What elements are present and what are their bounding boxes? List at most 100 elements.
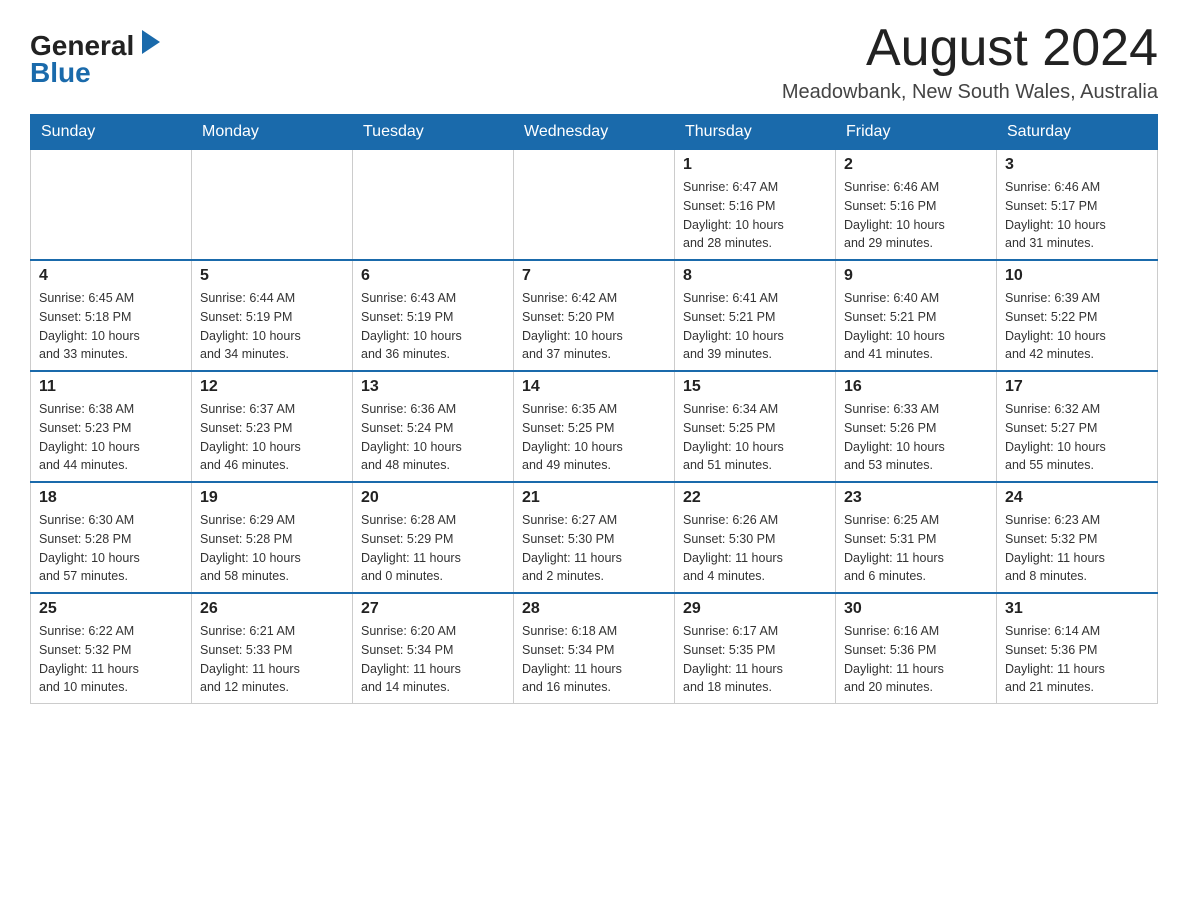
day-number: 21 (522, 489, 666, 507)
day-number: 11 (39, 378, 183, 396)
day-info: Sunrise: 6:37 AMSunset: 5:23 PMDaylight:… (200, 400, 344, 475)
day-info: Sunrise: 6:23 AMSunset: 5:32 PMDaylight:… (1005, 511, 1149, 586)
day-info: Sunrise: 6:16 AMSunset: 5:36 PMDaylight:… (844, 622, 988, 697)
calendar-cell: 22 Sunrise: 6:26 AMSunset: 5:30 PMDayligh… (675, 482, 836, 593)
day-number: 10 (1005, 267, 1149, 285)
calendar-cell: 13Sunrise: 6:36 AMSunset: 5:24 PMDayligh… (353, 371, 514, 482)
calendar-cell: 20 Sunrise: 6:28 AMSunset: 5:29 PMDayligh… (353, 482, 514, 593)
day-number: 18 (39, 489, 183, 507)
title-area: August 2024 Meadowbank, New South Wales,… (782, 20, 1158, 104)
calendar-cell: 11 Sunrise: 6:38 AMSunset: 5:23 PMDayligh… (31, 371, 192, 482)
day-number: 6 (361, 267, 505, 285)
calendar-cell: 28 Sunrise: 6:18 AMSunset: 5:34 PMDayligh… (514, 593, 675, 704)
calendar-cell: 16Sunrise: 6:33 AMSunset: 5:26 PMDayligh… (836, 371, 997, 482)
logo: General Blue (30, 20, 190, 95)
day-number: 7 (522, 267, 666, 285)
day-number: 24 (1005, 489, 1149, 507)
day-number: 25 (39, 600, 183, 618)
page-header: General Blue August 2024 Meadowbank, New… (30, 20, 1158, 104)
calendar-header-row: SundayMondayTuesdayWednesdayThursdayFrid… (31, 115, 1158, 150)
svg-text:Blue: Blue (30, 57, 91, 88)
column-header-thursday: Thursday (675, 115, 836, 150)
calendar-cell: 2Sunrise: 6:46 AMSunset: 5:16 PMDaylight… (836, 150, 997, 261)
day-info: Sunrise: 6:18 AMSunset: 5:34 PMDaylight:… (522, 622, 666, 697)
day-info: Sunrise: 6:44 AMSunset: 5:19 PMDaylight:… (200, 289, 344, 364)
calendar-cell: 17Sunrise: 6:32 AMSunset: 5:27 PMDayligh… (997, 371, 1158, 482)
calendar-cell: 31Sunrise: 6:14 AMSunset: 5:36 PMDayligh… (997, 593, 1158, 704)
calendar-cell (353, 150, 514, 261)
day-number: 30 (844, 600, 988, 618)
calendar-cell: 10 Sunrise: 6:39 AMSunset: 5:22 PMDayligh… (997, 260, 1158, 371)
calendar-cell: 26Sunrise: 6:21 AMSunset: 5:33 PMDayligh… (192, 593, 353, 704)
day-info: Sunrise: 6:27 AMSunset: 5:30 PMDaylight:… (522, 511, 666, 586)
day-number: 8 (683, 267, 827, 285)
calendar-cell: 7 Sunrise: 6:42 AMSunset: 5:20 PMDaylight… (514, 260, 675, 371)
day-info: Sunrise: 6:39 AMSunset: 5:22 PMDaylight:… (1005, 289, 1149, 364)
calendar-week-row: 25 Sunrise: 6:22 AMSunset: 5:32 PMDayligh… (31, 593, 1158, 704)
month-title: August 2024 (782, 20, 1158, 77)
calendar-cell: 8 Sunrise: 6:41 AMSunset: 5:21 PMDaylight… (675, 260, 836, 371)
calendar-cell: 18Sunrise: 6:30 AMSunset: 5:28 PMDayligh… (31, 482, 192, 593)
column-header-tuesday: Tuesday (353, 115, 514, 150)
column-header-wednesday: Wednesday (514, 115, 675, 150)
calendar-cell: 12 Sunrise: 6:37 AMSunset: 5:23 PMDayligh… (192, 371, 353, 482)
day-number: 14 (522, 378, 666, 396)
day-info: Sunrise: 6:25 AMSunset: 5:31 PMDaylight:… (844, 511, 988, 586)
day-info: Sunrise: 6:29 AMSunset: 5:28 PMDaylight:… (200, 511, 344, 586)
day-info: Sunrise: 6:21 AMSunset: 5:33 PMDaylight:… (200, 622, 344, 697)
day-number: 9 (844, 267, 988, 285)
day-number: 29 (683, 600, 827, 618)
day-number: 5 (200, 267, 344, 285)
calendar-cell (31, 150, 192, 261)
day-number: 12 (200, 378, 344, 396)
calendar-cell: 4Sunrise: 6:45 AMSunset: 5:18 PMDaylight… (31, 260, 192, 371)
column-header-friday: Friday (836, 115, 997, 150)
column-header-monday: Monday (192, 115, 353, 150)
calendar-cell: 25 Sunrise: 6:22 AMSunset: 5:32 PMDayligh… (31, 593, 192, 704)
day-number: 23 (844, 489, 988, 507)
day-info: Sunrise: 6:28 AMSunset: 5:29 PMDaylight:… (361, 511, 505, 586)
day-number: 20 (361, 489, 505, 507)
calendar-week-row: 18Sunrise: 6:30 AMSunset: 5:28 PMDayligh… (31, 482, 1158, 593)
calendar-week-row: 11 Sunrise: 6:38 AMSunset: 5:23 PMDayligh… (31, 371, 1158, 482)
column-header-saturday: Saturday (997, 115, 1158, 150)
day-info: Sunrise: 6:43 AMSunset: 5:19 PMDaylight:… (361, 289, 505, 364)
calendar-cell (514, 150, 675, 261)
day-info: Sunrise: 6:41 AMSunset: 5:21 PMDaylight:… (683, 289, 827, 364)
day-info: Sunrise: 6:20 AMSunset: 5:34 PMDaylight:… (361, 622, 505, 697)
calendar-cell: 5 Sunrise: 6:44 AMSunset: 5:19 PMDaylight… (192, 260, 353, 371)
day-number: 2 (844, 156, 988, 174)
calendar-cell (192, 150, 353, 261)
day-number: 28 (522, 600, 666, 618)
day-info: Sunrise: 6:34 AMSunset: 5:25 PMDaylight:… (683, 400, 827, 475)
day-info: Sunrise: 6:26 AMSunset: 5:30 PMDaylight:… (683, 511, 827, 586)
calendar-cell: 24 Sunrise: 6:23 AMSunset: 5:32 PMDayligh… (997, 482, 1158, 593)
day-number: 19 (200, 489, 344, 507)
calendar-week-row: 4Sunrise: 6:45 AMSunset: 5:18 PMDaylight… (31, 260, 1158, 371)
calendar-cell: 27 Sunrise: 6:20 AMSunset: 5:34 PMDayligh… (353, 593, 514, 704)
day-info: Sunrise: 6:42 AMSunset: 5:20 PMDaylight:… (522, 289, 666, 364)
day-number: 27 (361, 600, 505, 618)
calendar-cell: 23 Sunrise: 6:25 AMSunset: 5:31 PMDayligh… (836, 482, 997, 593)
day-info: Sunrise: 6:33 AMSunset: 5:26 PMDaylight:… (844, 400, 988, 475)
column-header-sunday: Sunday (31, 115, 192, 150)
day-number: 3 (1005, 156, 1149, 174)
calendar-cell: 15 Sunrise: 6:34 AMSunset: 5:25 PMDayligh… (675, 371, 836, 482)
calendar-cell: 6 Sunrise: 6:43 AMSunset: 5:19 PMDaylight… (353, 260, 514, 371)
day-info: Sunrise: 6:38 AMSunset: 5:23 PMDaylight:… (39, 400, 183, 475)
day-number: 4 (39, 267, 183, 285)
calendar-table: SundayMondayTuesdayWednesdayThursdayFrid… (30, 114, 1158, 704)
day-number: 17 (1005, 378, 1149, 396)
calendar-cell: 19 Sunrise: 6:29 AMSunset: 5:28 PMDayligh… (192, 482, 353, 593)
calendar-cell: 9Sunrise: 6:40 AMSunset: 5:21 PMDaylight… (836, 260, 997, 371)
day-info: Sunrise: 6:22 AMSunset: 5:32 PMDaylight:… (39, 622, 183, 697)
calendar-week-row: 1 Sunrise: 6:47 AMSunset: 5:16 PMDaylight… (31, 150, 1158, 261)
day-number: 31 (1005, 600, 1149, 618)
calendar-cell: 21 Sunrise: 6:27 AMSunset: 5:30 PMDayligh… (514, 482, 675, 593)
day-info: Sunrise: 6:46 AMSunset: 5:17 PMDaylight:… (1005, 178, 1149, 253)
day-info: Sunrise: 6:17 AMSunset: 5:35 PMDaylight:… (683, 622, 827, 697)
day-number: 1 (683, 156, 827, 174)
day-number: 15 (683, 378, 827, 396)
day-number: 22 (683, 489, 827, 507)
day-info: Sunrise: 6:47 AMSunset: 5:16 PMDaylight:… (683, 178, 827, 253)
